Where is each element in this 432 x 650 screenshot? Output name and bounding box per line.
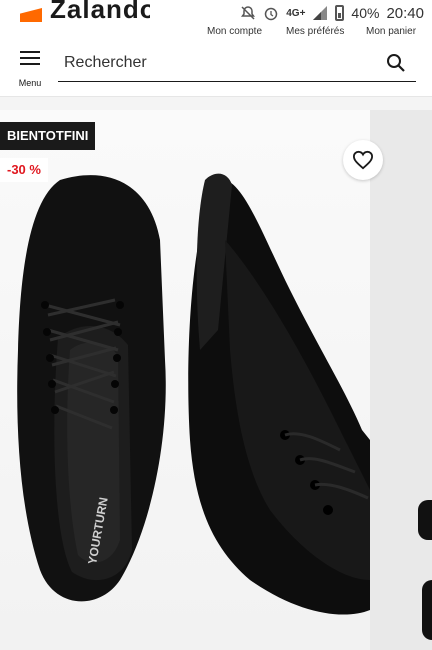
my-favorites-link[interactable]: Mes préférés <box>286 26 344 42</box>
product-gallery[interactable]: YOURTURN BIENTOTFINI -30 % <box>0 110 432 650</box>
status-icons: 4G+ 40% 20:40 <box>240 3 424 23</box>
svg-text:Zalando: Zalando <box>50 0 150 22</box>
discount-badge: -30 % <box>0 158 48 182</box>
my-account-link[interactable]: Mon compte <box>207 26 262 42</box>
search-icon[interactable] <box>386 53 406 73</box>
signal-icon <box>312 5 328 21</box>
header-divider <box>0 96 432 110</box>
heart-icon <box>352 150 374 170</box>
menu-button[interactable]: Menu <box>14 49 46 91</box>
brand-logo[interactable]: Zalando <box>20 0 150 22</box>
next-product-image[interactable] <box>370 110 432 650</box>
alarm-icon <box>263 5 279 21</box>
clock: 20:40 <box>386 4 424 22</box>
battery-icon <box>335 5 345 21</box>
menu-icon <box>20 51 40 65</box>
header: Menu <box>0 44 432 96</box>
logo-wordmark: Zalando <box>50 0 150 22</box>
menu-label: Menu <box>18 78 42 88</box>
network-type: 4G+ <box>286 7 306 19</box>
logo-mark-icon <box>20 8 42 22</box>
mute-icon <box>240 5 256 21</box>
search-input[interactable] <box>58 46 358 80</box>
battery-percent: 40% <box>351 5 380 21</box>
shoes-illustration: YOURTURN <box>17 173 370 615</box>
status-bar: Zalando 4G+ 40% 20:40 <box>0 0 432 26</box>
search-bar <box>58 46 416 82</box>
add-to-favorites-button[interactable] <box>343 140 383 180</box>
my-cart-link[interactable]: Mon panier <box>366 26 416 42</box>
ending-soon-badge: BIENTOTFINI <box>0 122 96 150</box>
product-image[interactable]: YOURTURN <box>0 110 370 650</box>
